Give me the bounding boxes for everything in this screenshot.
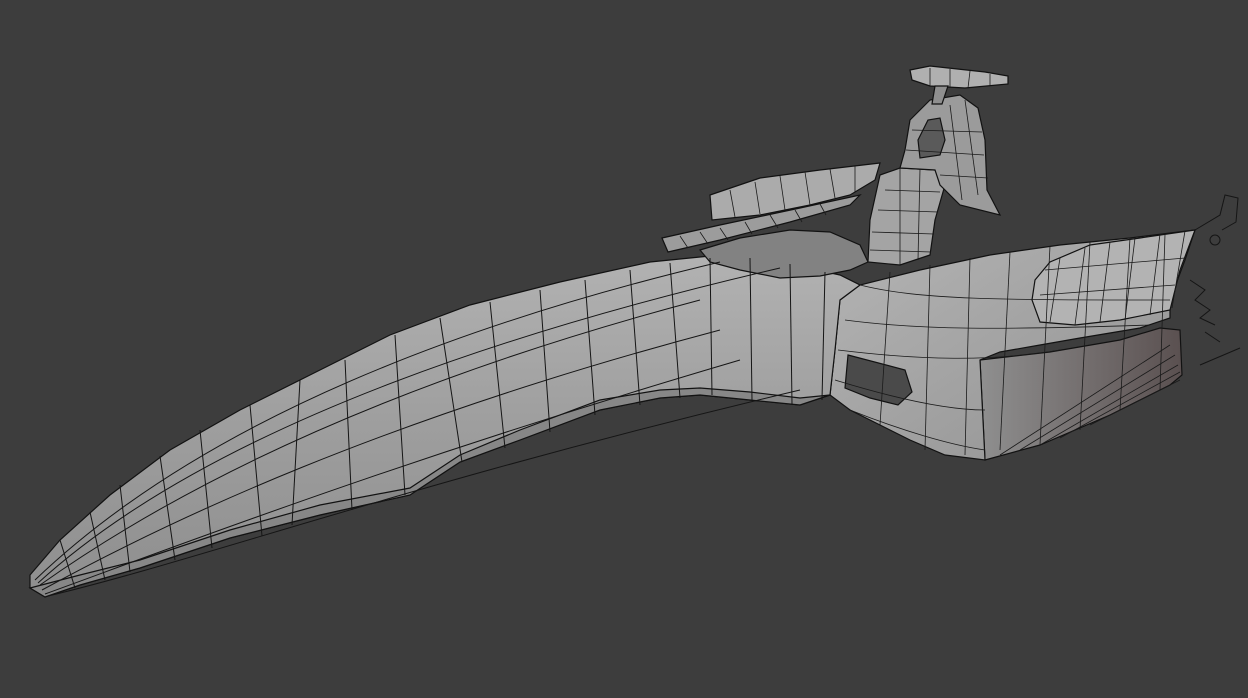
viewport-canvas: [28, 65, 1241, 598]
camera-pod-mesh[interactable]: [909, 65, 1009, 89]
rear-wing-outline: [1189, 194, 1241, 366]
3d-viewport[interactable]: [0, 0, 1248, 698]
nose-cone-mesh[interactable]: [29, 254, 862, 598]
